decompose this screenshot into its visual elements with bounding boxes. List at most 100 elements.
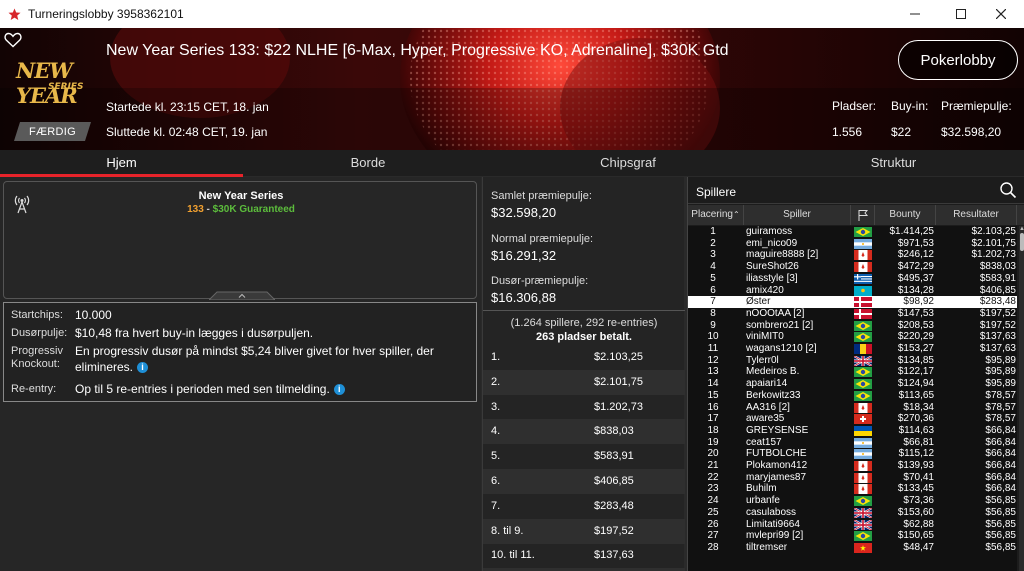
player-name: wagans1210 [2] (746, 343, 817, 354)
player-row[interactable]: 5 iliasstyle [3] $495,37 $583,91 (688, 273, 1017, 285)
tab-struktur[interactable]: Struktur (763, 150, 1024, 176)
col-bounty[interactable]: Bounty (875, 205, 936, 225)
player-name: Medeiros B. (746, 366, 800, 378)
country-flag-icon (854, 320, 872, 331)
player-row[interactable]: 7 Øster $98,92 $283,48 (688, 296, 1017, 308)
country-flag-icon (854, 519, 872, 530)
player-row[interactable]: 14 apaiari14 $124,94 $95,89 (688, 378, 1017, 390)
player-result: $78,57 (985, 413, 1016, 425)
player-row[interactable]: 24 urbanfe $73,36 $56,85 (688, 495, 1017, 507)
player-bounty: $147,53 (897, 307, 934, 319)
player-bounty: $134,85 (897, 354, 934, 366)
country-flag-icon (854, 472, 872, 483)
player-name: maryjames87 (746, 471, 807, 483)
player-bounty: $971,53 (897, 237, 934, 249)
close-button[interactable] (978, 0, 1024, 28)
payout-amount: $583,91 (594, 450, 634, 463)
player-row[interactable]: 1 guiramoss $1.414,25 $2.103,25 (688, 226, 1017, 238)
player-row[interactable]: 15 Berkowitz33 $113,65 $78,57 (688, 390, 1017, 402)
player-row[interactable]: 20 FUTBOLCHE $115,12 $66,84 (688, 448, 1017, 460)
player-place: 12 (707, 354, 719, 366)
sort-asc-icon: ⌃ (733, 210, 740, 219)
player-bounty: $134,28 (897, 284, 934, 296)
series-name: New Year Series (198, 190, 284, 202)
player-bounty: $18,34 (903, 401, 934, 413)
player-place: 17 (707, 413, 719, 425)
scrollbar[interactable] (1019, 226, 1024, 571)
country-flag-icon (854, 262, 872, 273)
player-result: $56,85 (985, 530, 1016, 542)
player-row[interactable]: 2 emi_nico09 $971,53 $2.101,75 (688, 238, 1017, 250)
player-result: $66,84 (985, 483, 1016, 495)
prizepool-panel: Samlet præmiepulje: $32.598,20 Normal pr… (482, 177, 685, 571)
player-place: 8 (710, 307, 716, 319)
player-row[interactable]: 22 maryjames87 $70,41 $66,84 (688, 472, 1017, 484)
tab-borde[interactable]: Borde (243, 150, 493, 176)
player-row[interactable]: 6 amix420 $134,28 $406,85 (688, 285, 1017, 297)
player-name: ceat157 (746, 436, 782, 448)
player-row[interactable]: 3 maguire8888 [2] $246,12 $1.202,73 (688, 249, 1017, 261)
country-flag-icon (854, 297, 872, 308)
player-place: 6 (710, 284, 716, 296)
player-row[interactable]: 26 Limitati9664 $62,88 $56,85 (688, 519, 1017, 531)
player-row[interactable]: 12 Tylerr0l $134,85 $95,89 (688, 355, 1017, 367)
country-flag-icon (854, 355, 872, 366)
minimize-button[interactable] (892, 0, 938, 28)
col-spiller[interactable]: Spiller (744, 205, 851, 225)
player-name: maguire8888 [2] (746, 249, 819, 261)
player-result: $66,84 (985, 460, 1016, 471)
player-place: 13 (707, 366, 719, 378)
rule-label-reentry: Re-entry: (11, 383, 57, 395)
player-name: sombrero21 [2] (746, 319, 814, 331)
player-place: 9 (710, 319, 716, 331)
country-flag-icon (854, 308, 872, 319)
payout-place: 4. (491, 425, 501, 438)
payout-row: 6. $406,85 (483, 469, 685, 494)
payout-row: 10. til 11. $137,63 (483, 543, 685, 568)
player-row[interactable]: 19 ceat157 $66,81 $66,84 (688, 437, 1017, 449)
player-row[interactable]: 25 casulaboss $153,60 $56,85 (688, 507, 1017, 519)
expand-toggle[interactable] (209, 290, 275, 300)
player-row[interactable]: 8 nOOOtAA [2] $147,53 $197,52 (688, 308, 1017, 320)
player-place: 26 (707, 518, 719, 530)
player-row[interactable]: 11 wagans1210 [2] $153,27 $137,63 (688, 343, 1017, 355)
rules-box: Startchips: 10.000 Dusørpulje: $10,48 fr… (3, 302, 477, 402)
info-icon[interactable]: i (137, 362, 149, 374)
payout-amount: $137,63 (594, 549, 634, 562)
pokerlobby-button[interactable]: Pokerlobby (898, 40, 1018, 80)
tab-chipsgraf[interactable]: Chipsgraf (493, 150, 763, 176)
player-row[interactable]: 21 Plokamon412 $139,93 $66,84 (688, 460, 1017, 472)
player-row[interactable]: 16 AA316 [2] $18,34 $78,57 (688, 402, 1017, 414)
player-row[interactable]: 28 tiltremser $48,47 $56,85 (688, 542, 1017, 554)
buyin-label: Buy-in: (891, 99, 929, 113)
payout-amount: $197,52 (594, 524, 634, 537)
player-place: 27 (707, 530, 719, 542)
scroll-up-arrow[interactable]: ▲ (1019, 226, 1024, 232)
info-icon[interactable]: i (333, 384, 345, 396)
player-name: guiramoss (746, 226, 793, 237)
player-place: 24 (707, 495, 719, 507)
player-row[interactable]: 10 viniMIT0 $220,29 $137,63 (688, 331, 1017, 343)
player-row[interactable]: 9 sombrero21 [2] $208,53 $197,52 (688, 320, 1017, 332)
player-row[interactable]: 27 mvlepri99 [2] $150,65 $56,85 (688, 530, 1017, 542)
favorite-heart-icon[interactable] (4, 32, 22, 48)
search-icon[interactable] (999, 181, 1017, 199)
player-result: $78,57 (985, 401, 1016, 413)
player-row[interactable]: 23 Buhilm $133,45 $66,84 (688, 483, 1017, 495)
player-row[interactable]: 13 Medeiros B. $122,17 $95,89 (688, 366, 1017, 378)
player-row[interactable]: 18 GREYSENSE $114,63 $66,84 (688, 425, 1017, 437)
player-row[interactable]: 4 SureShot26 $472,29 $838,03 (688, 261, 1017, 273)
player-result: $283,48 (979, 296, 1016, 308)
paid-places: 263 pladser betalt. (536, 331, 632, 343)
scrollbar-thumb[interactable] (1020, 233, 1024, 251)
tab-hjem[interactable]: Hjem (0, 150, 243, 176)
player-row[interactable]: 17 aware35 $270,36 $78,57 (688, 413, 1017, 425)
rule-text-reentry: Op til 5 re-entries i perioden med sen t… (75, 382, 330, 396)
col-placering[interactable]: Placering⌃ (688, 205, 744, 225)
entries-count: (1.264 spillere, 292 re-entries) (510, 317, 658, 329)
col-flag[interactable] (851, 205, 875, 225)
normal-prizepool-value: $16.291,32 (491, 248, 557, 263)
payout-row: 5. $583,91 (483, 444, 685, 469)
col-resultater[interactable]: Resultater (936, 205, 1017, 225)
player-name: Berkowitz33 (746, 389, 801, 401)
